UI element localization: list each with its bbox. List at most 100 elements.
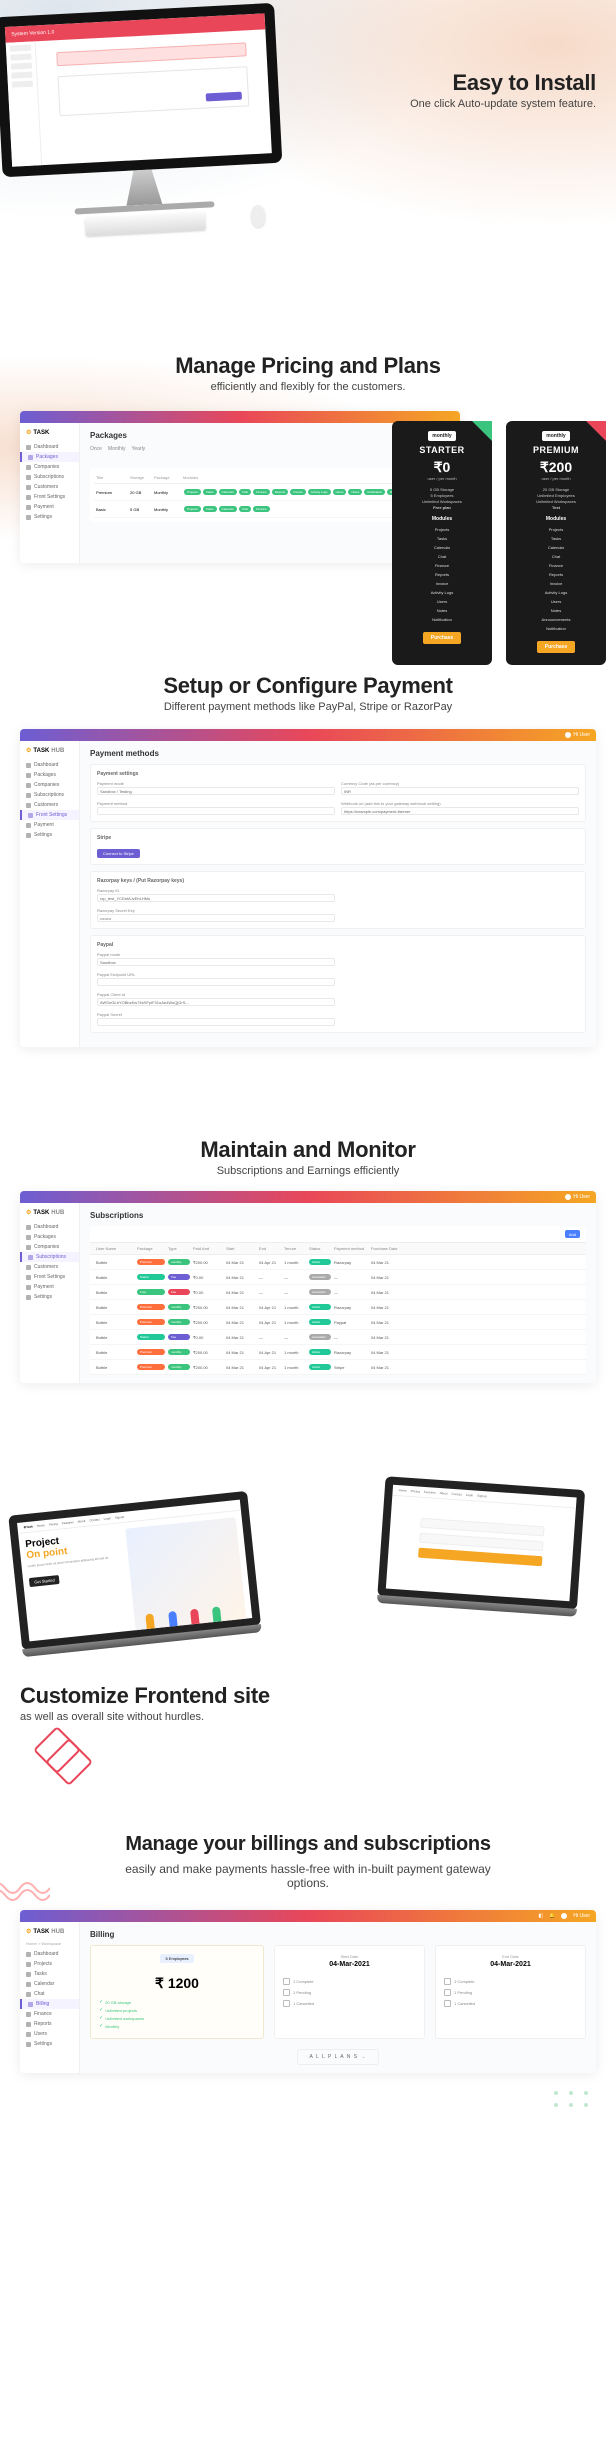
nav-icon	[28, 813, 33, 818]
nav-link-home[interactable]: Home	[37, 1523, 45, 1528]
nav-icon	[26, 1972, 31, 1977]
sidebar-item-dashboard[interactable]: Dashboard	[20, 1222, 79, 1232]
sidebar-item-packages[interactable]: Packages	[20, 770, 79, 780]
text-input[interactable]	[97, 978, 335, 986]
billing-option[interactable]: 1 Complete	[283, 1976, 416, 1987]
sidebar-item-packages[interactable]: Packages	[20, 1232, 79, 1242]
text-input[interactable]: INR	[341, 787, 579, 795]
text-input[interactable]	[97, 807, 335, 815]
text-input[interactable]: Sandbox	[97, 958, 335, 966]
column-header: Status	[309, 1246, 331, 1251]
type-badge: monthly	[168, 1319, 190, 1325]
nav-link-pricing[interactable]: Pricing	[49, 1522, 59, 1527]
billing-option[interactable]: 1 Cancelled	[283, 1998, 416, 2009]
text-input[interactable]: rzp_test_YCDsfAJvEbLHMs	[97, 894, 335, 902]
sidebar-item-companies[interactable]: Companies	[20, 1242, 79, 1252]
text-input[interactable]: ••••••••	[97, 914, 335, 922]
package-badge: Premium	[137, 1364, 165, 1370]
sidebar-item-dashboard[interactable]: Dashboard	[20, 442, 79, 452]
nav-link-login[interactable]: Login	[103, 1516, 111, 1521]
sidebar-item-tasks[interactable]: Tasks	[20, 1969, 79, 1979]
billing-option[interactable]: 1 Pending	[444, 1987, 577, 1998]
module-pill: Projects	[184, 489, 201, 495]
billing-all-plans-button[interactable]: A L L P L A N S →	[297, 2049, 380, 2065]
nav-icon	[26, 1962, 31, 1967]
column-header: Payment method	[334, 1246, 368, 1251]
monitor-heading: Maintain and Monitor	[20, 1137, 596, 1163]
sidebar-item-front-settings[interactable]: Front Settings	[20, 810, 79, 820]
sidebar-item-customers[interactable]: Customers	[20, 482, 79, 492]
sidebar-item-front-settings[interactable]: Front Settings	[20, 492, 79, 502]
sidebar-item-customers[interactable]: Customers	[20, 1262, 79, 1272]
sidebar-item-settings[interactable]: Settings	[20, 2039, 79, 2049]
sidebar-item-packages[interactable]: Packages	[20, 452, 79, 462]
nav-link-pricing[interactable]: Pricing	[411, 1489, 420, 1494]
sidebar-item-settings[interactable]: Settings	[20, 1292, 79, 1302]
module-item: Finance	[514, 561, 598, 570]
sidebar-item-payment[interactable]: Payment	[20, 1282, 79, 1292]
sidebar-item-dashboard[interactable]: Dashboard	[20, 760, 79, 770]
column-header: Type	[168, 1246, 190, 1251]
sidebar-item-front-settings[interactable]: Front Settings	[20, 1272, 79, 1282]
billing-option[interactable]: 1 Pending	[283, 1987, 416, 1998]
sidebar-item-settings[interactable]: Settings	[20, 830, 79, 840]
nav-link-signup[interactable]: Signup	[477, 1494, 487, 1499]
nav-link-about[interactable]: About	[440, 1491, 448, 1496]
sidebar-item-users[interactable]: Users	[20, 2029, 79, 2039]
tab-once[interactable]: Once	[90, 446, 102, 452]
keyboard-icon	[85, 212, 206, 236]
sidebar-item-dashboard[interactable]: Dashboard	[20, 1949, 79, 1959]
nav-link-contact[interactable]: Contact	[89, 1517, 100, 1522]
topbar-icon[interactable]: ◧	[538, 1913, 543, 1919]
sidebar-item-companies[interactable]: Companies	[20, 462, 79, 472]
nav-icon	[28, 2002, 33, 2007]
connect-button[interactable]: Connect to Stripe	[97, 849, 140, 858]
tab-monthly[interactable]: Monthly	[108, 446, 126, 452]
sidebar-item-companies[interactable]: Companies	[20, 780, 79, 790]
hero-cta-button[interactable]: Get Started	[29, 1575, 60, 1587]
billing-option[interactable]: 1 Cancelled	[444, 1998, 577, 2009]
billing-feature: Unlimited projects	[99, 2006, 255, 2014]
nav-link-signup[interactable]: Signup	[115, 1515, 125, 1520]
nav-link-features[interactable]: Features	[424, 1490, 436, 1495]
user-badge[interactable]: Hi User	[565, 732, 590, 738]
text-input[interactable]: https://example.com/payment-listener	[341, 807, 579, 815]
billing-amount: ₹ 1200	[99, 1975, 255, 1992]
text-input[interactable]: AWSm3LbYOBbzKw74bSFpiF31uAe4WuQjGrS...	[97, 998, 335, 1006]
subs-add-button[interactable]: Add	[565, 1230, 580, 1238]
tab-yearly[interactable]: Yearly	[131, 446, 145, 452]
package-badge: Premium	[137, 1319, 165, 1325]
sidebar-item-settings[interactable]: Settings	[20, 512, 79, 522]
nav-link-features[interactable]: Features	[62, 1520, 74, 1525]
sidebar-item-subscriptions[interactable]: Subscriptions	[20, 472, 79, 482]
nav-link-about[interactable]: About	[77, 1519, 85, 1524]
billing-option[interactable]: 1 Complete	[444, 1976, 577, 1987]
table-row: BotblePremiummonthly₹200.0004 Mar 2104 A…	[90, 1315, 586, 1330]
sidebar-item-calendar[interactable]: Calendar	[20, 1979, 79, 1989]
table-row: BotblePremiummonthly₹200.0004 Mar 2104 A…	[90, 1300, 586, 1315]
sidebar-item-payment[interactable]: Payment	[20, 820, 79, 830]
sidebar-item-billing[interactable]: Billing	[20, 1999, 79, 2009]
table-row: BotbleStarterfree₹0.0004 Mar 21——Cancell…	[90, 1270, 586, 1285]
sidebar-item-reports[interactable]: Reports	[20, 2019, 79, 2029]
text-input[interactable]: Sandbox / Testing	[97, 787, 335, 795]
billing-feature: Monthly	[99, 2022, 255, 2030]
nav-link-contact[interactable]: Contact	[451, 1492, 462, 1497]
sidebar-item-chat[interactable]: Chat	[20, 1989, 79, 1999]
install-update-button[interactable]	[206, 92, 242, 102]
column-header: Modules	[183, 475, 415, 480]
sidebar-item-subscriptions[interactable]: Subscriptions	[20, 790, 79, 800]
status-badge: Active	[309, 1259, 331, 1265]
billing-heading: Manage your billings and subscriptions	[20, 1833, 596, 1856]
login-submit-button[interactable]	[418, 1548, 542, 1567]
nav-link-home[interactable]: Home	[399, 1488, 407, 1493]
sidebar-item-customers[interactable]: Customers	[20, 800, 79, 810]
sidebar-item-subscriptions[interactable]: Subscriptions	[20, 1252, 79, 1262]
nav-link-login[interactable]: Login	[466, 1493, 474, 1498]
module-pill: Invoice	[290, 489, 306, 495]
notification-icon[interactable]: 🔔	[549, 1913, 555, 1919]
sidebar-item-payment[interactable]: Payment	[20, 502, 79, 512]
text-input[interactable]	[97, 1018, 335, 1026]
sidebar-item-finance[interactable]: Finance	[20, 2009, 79, 2019]
sidebar-item-projects[interactable]: Projects	[20, 1959, 79, 1969]
